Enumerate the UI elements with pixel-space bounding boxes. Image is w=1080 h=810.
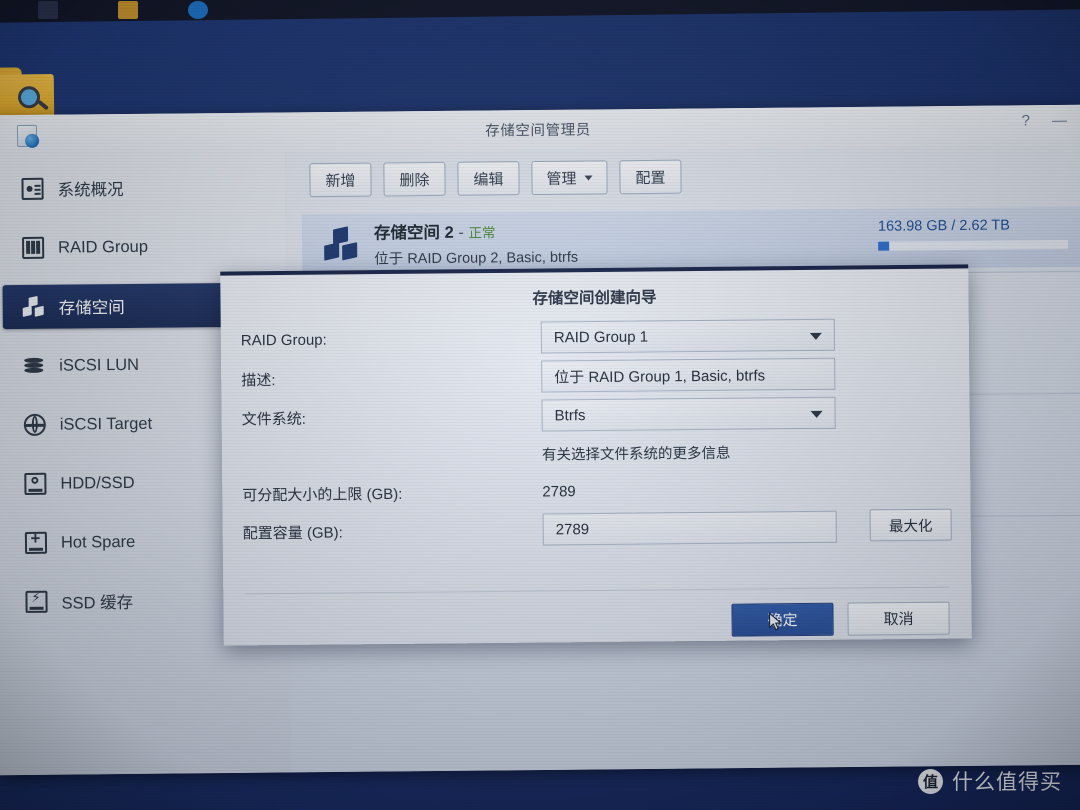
filesystem-select[interactable]: Btrfs [541,396,836,432]
chevron-down-icon [809,332,822,340]
watermark-logo: 值 [918,768,943,794]
capacity-progress-fill [878,241,890,251]
dialog-separator [245,586,950,595]
sidebar-item-label: HDD/SSD [60,473,135,493]
help-button[interactable]: ? [1022,112,1031,129]
chevron-down-icon [810,410,823,418]
storage-space-name: 存储空间 2 [373,223,454,243]
sidebar-item-label: 存储空间 [58,298,125,318]
raid-group-select[interactable]: RAID Group 1 [540,318,836,354]
dialog-actions: 确定 取消 [731,601,950,637]
add-button-label: 新增 [325,172,356,190]
watermark-text: 什么值得买 [952,771,1062,794]
minimize-button[interactable]: — [1052,112,1067,129]
raid-group-value: RAID Group 1 [553,327,649,346]
id-card-icon [21,177,44,200]
sidebar-item-label: SSD 缓存 [61,593,134,613]
maximize-button-label: 最大化 [888,518,933,535]
filesystem-help-link[interactable]: 有关选择文件系统的更多信息 [542,442,731,465]
sidebar-item-hdd-ssd[interactable]: HDD/SSD [4,460,228,506]
globe-icon [23,413,46,436]
edit-button[interactable]: 编辑 [457,161,520,196]
sidebar-item-label: Hot Spare [60,532,136,552]
allocate-capacity-value: 2789 [555,520,590,538]
confirm-button[interactable]: 确定 [731,602,834,637]
manage-button[interactable]: 管理 [531,160,608,196]
sidebar-item-system-overview[interactable]: 系统概况 [1,165,225,211]
storage-space-dash: - [458,223,464,242]
raid-bars-icon [22,236,45,259]
description-input[interactable]: 位于 RAID Group 1, Basic, btrfs [541,357,836,393]
maximize-button[interactable]: 最大化 [869,508,952,542]
cancel-button[interactable]: 取消 [847,601,950,636]
sidebar-item-iscsi-target[interactable]: iSCSI Target [4,401,228,447]
storage-capacity: 163.98 GB / 2.62 TB [877,217,1069,251]
magnifier-lens [17,86,41,109]
database-icon [23,355,45,377]
taskbar-browser-icon[interactable] [188,1,208,19]
status-badge: 正常 [468,224,496,241]
storage-space-title: 存储空间 2 - 正常 [374,217,578,243]
sidebar-item-label: iSCSI LUN [59,355,140,375]
allocate-capacity-row: 配置容量 (GB): 2789 最大化 [242,508,952,550]
filesystem-value: Btrfs [554,406,586,424]
max-allocatable-row: 可分配大小的上限 (GB): 2789 [242,471,950,512]
add-button[interactable]: 新增 [309,162,372,198]
sidebar-item-raid-group[interactable]: RAID Group [2,224,226,270]
cancel-button-label: 取消 [883,610,914,629]
sidebar-item-label: 系统概况 [57,180,124,200]
sidebar-item-hot-spare[interactable]: Hot Spare [5,519,229,565]
dialog-title: 存储空间创建向导 [532,289,657,308]
raid-group-row: RAID Group: RAID Group 1 [241,317,949,358]
configure-button[interactable]: 配置 [619,159,682,195]
watermark: 值 什么值得买 [918,766,1062,796]
sidebar-item-ssd-cache[interactable]: SSD 缓存 [5,578,229,624]
edit-button-label: 编辑 [473,170,504,189]
screenshot-root: 存储空间管理员 ? — 系统概况 RAID Group 存储空间 iSCSI L… [0,0,1080,810]
manage-button-label: 管理 [546,170,577,188]
create-storage-space-dialog: 存储空间创建向导 RAID Group: RAID Group 1 描述: 位于… [220,264,972,646]
storage-space-text: 存储空间 2 - 正常 位于 RAID Group 2, Basic, btrf… [374,217,578,268]
description-row: 描述: 位于 RAID Group 1, Basic, btrfs [241,356,949,397]
chevron-down-icon [584,174,593,181]
cubes-icon [22,295,45,318]
sidebar-item-iscsi-lun[interactable]: iSCSI LUN [3,342,227,388]
delete-button[interactable]: 删除 [383,161,446,197]
delete-button-label: 删除 [399,171,430,189]
cubes-icon [324,226,358,261]
window-title: 存储空间管理员 [485,122,591,140]
capacity-text: 163.98 GB / 2.62 TB [877,217,1010,235]
raid-group-label: RAID Group: [240,331,327,349]
filesystem-label: 文件系统: [241,410,306,428]
description-label: 描述: [241,371,276,389]
description-value: 位于 RAID Group 1, Basic, btrfs [554,366,766,386]
filesystem-row: 文件系统: Btrfs [241,395,949,436]
sidebar-item-label: RAID Group [58,237,149,257]
confirm-button-label: 确定 [767,612,798,630]
taskbar-app-icon-1[interactable] [38,1,58,19]
bolt-box-icon [25,590,48,613]
capacity-progress-bar [878,239,1069,251]
window-controls: ? — [1022,112,1068,129]
allocate-capacity-label: 配置容量 (GB): [242,523,343,542]
max-allocatable-label: 可分配大小的上限 (GB): [242,485,403,504]
folder-search-icon[interactable] [0,67,58,120]
storage-space-subtitle: 位于 RAID Group 2, Basic, btrfs [374,249,579,268]
configure-button-label: 配置 [635,169,666,187]
sidebar-item-label: iSCSI Target [59,414,153,434]
toolbar: 新增 删除 编辑 管理 配置 [285,145,1080,209]
allocate-capacity-input[interactable]: 2789 [542,510,837,546]
taskbar-folder-icon[interactable] [118,1,138,19]
max-allocatable-value: 2789 [542,482,576,501]
hard-disk-icon [24,472,47,495]
plus-box-icon [24,531,48,554]
